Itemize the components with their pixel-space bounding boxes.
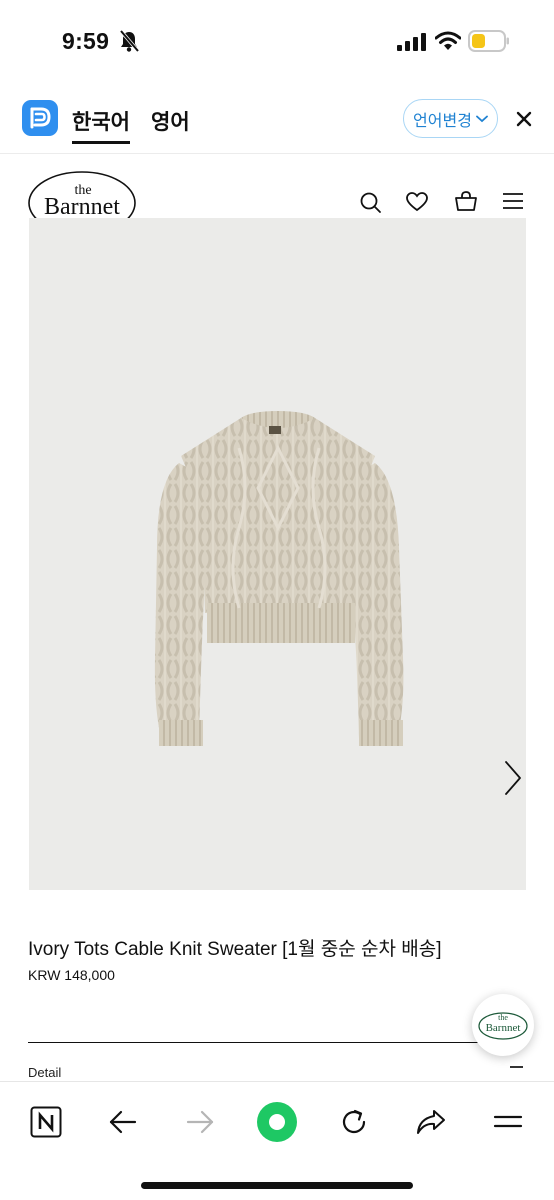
search-icon[interactable]: [359, 190, 383, 216]
sweater-image: [154, 411, 404, 746]
tab-english[interactable]: 영어: [151, 106, 190, 136]
active-tab-underline: [72, 141, 130, 144]
change-language-label: 언어변경: [413, 112, 472, 130]
translate-app-logo: [22, 100, 58, 136]
back-arrow-icon: [109, 1110, 137, 1134]
badge-the-text: the: [498, 1013, 508, 1022]
battery-icon: [468, 30, 509, 52]
menu-icon: [493, 1115, 523, 1128]
logo-barnnet-text: Barnnet: [44, 194, 120, 220]
browser-menu-button[interactable]: [486, 1100, 530, 1144]
barnnet-badge-logo: the Barnnet: [478, 1012, 528, 1040]
browser-toolbar: [0, 1081, 554, 1200]
naver-n-icon: [30, 1106, 62, 1138]
product-image[interactable]: [29, 218, 526, 890]
cellular-signal-icon: [397, 33, 426, 51]
detail-toggle-icon[interactable]: [510, 1066, 523, 1068]
heart-icon[interactable]: [405, 190, 429, 214]
forward-button[interactable]: [178, 1100, 222, 1144]
close-icon[interactable]: [513, 108, 535, 130]
bell-slash-icon: [119, 29, 140, 53]
chevron-down-icon: [476, 115, 488, 122]
share-button[interactable]: [409, 1100, 453, 1144]
floating-barnnet-button[interactable]: the Barnnet: [472, 994, 534, 1056]
translate-logo-icon: [30, 107, 51, 129]
naver-n-button[interactable]: [24, 1100, 68, 1144]
tab-korean[interactable]: 한국어: [72, 106, 130, 136]
share-icon: [417, 1110, 445, 1134]
reload-icon: [342, 1109, 366, 1134]
green-home-button[interactable]: [255, 1100, 299, 1144]
detail-label[interactable]: Detail: [28, 1065, 61, 1080]
translate-bar: 한국어 영어 언어변경: [0, 88, 554, 154]
reload-button[interactable]: [332, 1100, 376, 1144]
forward-arrow-icon: [186, 1110, 214, 1134]
wifi-icon: [435, 31, 461, 50]
divider: [28, 1042, 504, 1043]
badge-barnnet-text: Barnnet: [486, 1022, 521, 1034]
change-language-button[interactable]: 언어변경: [403, 99, 498, 138]
back-button[interactable]: [101, 1100, 145, 1144]
product-title: Ivory Tots Cable Knit Sweater [1월 중순 순차 …: [28, 939, 442, 960]
status-time: 9:59: [62, 28, 110, 54]
product-price: KRW 148,000: [28, 967, 115, 983]
menu-icon[interactable]: [501, 190, 525, 212]
green-dot-icon: [257, 1102, 297, 1142]
shopping-bag-icon[interactable]: [453, 190, 479, 214]
home-indicator: [141, 1182, 413, 1189]
next-image-arrow[interactable]: [503, 759, 523, 797]
status-bar: 9:59: [0, 0, 554, 82]
